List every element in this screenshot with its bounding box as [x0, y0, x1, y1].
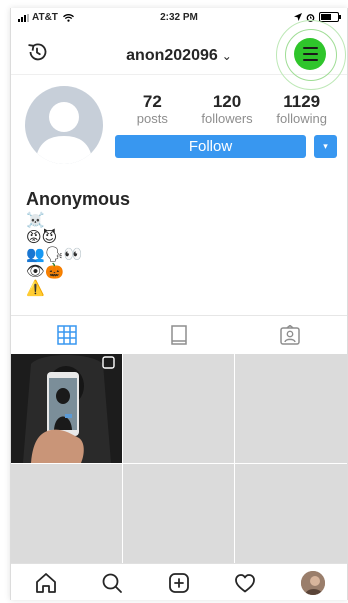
bottom-nav [11, 563, 347, 600]
location-arrow-icon [294, 13, 302, 21]
default-avatar-icon [35, 102, 93, 164]
list-icon[interactable] [168, 325, 190, 345]
post-placeholder[interactable] [11, 464, 122, 566]
stat-label: posts [136, 111, 168, 126]
home-icon[interactable] [34, 571, 58, 595]
post-thumbnail[interactable] [11, 354, 122, 463]
stat-following[interactable]: 1129 following [264, 93, 339, 127]
stat-value: 1129 [283, 92, 321, 111]
bio-line: ⚠️ [26, 280, 45, 297]
hamburger-icon[interactable] [294, 38, 326, 70]
follow-button[interactable]: Follow [115, 135, 306, 158]
post-placeholder[interactable] [235, 354, 347, 463]
stat-posts[interactable]: 72 posts [115, 93, 190, 127]
profile-view-tabs [11, 315, 347, 355]
bio-line: 👁🎃 [26, 263, 64, 280]
profile-photo-image [301, 571, 325, 595]
profile-stats: 72 posts 120 followers 1129 following [115, 93, 339, 127]
posts-grid [11, 354, 347, 566]
stat-followers[interactable]: 120 followers [190, 93, 265, 127]
stat-value: 120 [212, 92, 242, 111]
bio: ☠️ 😡😈 👥🗣👀 👁🎃 ⚠️ [26, 212, 82, 297]
post-photo-image [11, 354, 122, 463]
plus-square-icon[interactable] [167, 571, 191, 595]
grid-icon[interactable] [56, 325, 78, 345]
post-placeholder[interactable] [235, 464, 347, 566]
profile-header: anon202096 ⌄ [11, 20, 347, 90]
profile-avatar[interactable] [25, 86, 103, 164]
chevron-down-icon: ⌄ [221, 49, 232, 63]
username-label: anon202096 [126, 47, 218, 64]
post-placeholder[interactable] [123, 354, 234, 463]
tagged-icon[interactable] [279, 325, 301, 345]
stat-value: 72 [142, 92, 162, 111]
search-icon[interactable] [100, 571, 124, 595]
post-placeholder[interactable] [123, 464, 234, 566]
stat-label: followers [201, 111, 253, 126]
heart-icon[interactable] [233, 571, 257, 595]
stat-label: following [276, 111, 327, 126]
profile-avatar-icon[interactable] [301, 571, 325, 595]
app-frame: AT&T 2:32 PM anon202096 ⌄ 72 posts 120 f… [10, 8, 348, 600]
bio-line: 👥🗣👀 [26, 246, 83, 263]
bio-line: 😡😈 [26, 229, 58, 246]
bio-line: ☠️ [26, 212, 45, 229]
battery-icon [319, 12, 341, 22]
suggestions-dropdown-button[interactable]: ▾ [314, 135, 337, 158]
display-name: Anonymous [26, 189, 131, 209]
